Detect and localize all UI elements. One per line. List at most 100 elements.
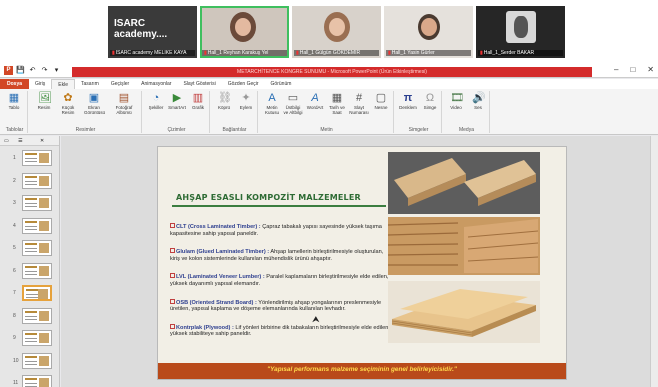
equation-button[interactable]: π Denklem	[398, 92, 418, 110]
slide-thumbnail[interactable]	[22, 375, 52, 387]
hyperlink-button[interactable]: ⛓ Köprü	[214, 92, 234, 110]
action-button[interactable]: ✦ Eylem	[236, 92, 256, 110]
smartart-button[interactable]: ▶ SmartArt	[167, 92, 187, 110]
video-button[interactable]: 🎞 Video	[446, 92, 466, 110]
header-footer-button[interactable]: ▭ Üstbilgi ve Altbilgi	[283, 92, 303, 115]
chart-button[interactable]: ▥ Grafik	[188, 92, 208, 110]
ribbon-group-images: 🖼 Resim ✿ Küçük Resim ▣ Ekran Görüntüsü ▤ Fo…	[30, 91, 142, 133]
participant-name: ▮ISARC academy MELIKE KAYA	[110, 50, 195, 56]
slide-thumbnail[interactable]	[22, 217, 52, 234]
save-icon[interactable]: 💾	[16, 66, 25, 75]
plywood-photo[interactable]	[388, 281, 540, 343]
datetime-button[interactable]: ▦ Tarih ve Saat	[327, 92, 347, 115]
thumbnail-image	[39, 175, 49, 186]
clt-panels-image	[388, 152, 540, 214]
thumbnail-text-line	[25, 315, 37, 317]
thumbnail-image	[39, 243, 49, 253]
thumbnail-image	[39, 153, 49, 163]
thumbnail-text-line	[25, 338, 37, 339]
participant-tile-serder[interactable]: ▮Hall_1_Serder BAKAR	[476, 6, 565, 58]
thumbnail-image	[39, 310, 49, 321]
clipart-button[interactable]: ✿ Küçük Resim	[58, 92, 78, 115]
customize-toolbar-icon[interactable]: ▾	[52, 66, 61, 75]
smartart-icon: ▶	[172, 92, 182, 104]
audio-icon: 🔊	[472, 92, 486, 104]
plywood-stack-image	[388, 281, 540, 343]
tab-design[interactable]: Tasarım	[75, 79, 105, 89]
thumbnail-image	[39, 265, 49, 276]
participant-video-face	[329, 18, 345, 36]
slide-title[interactable]: AHŞAP ESASLI KOMPOZİT MALZEMELER	[176, 193, 361, 202]
thumbnail-image	[39, 198, 49, 208]
slide-thumbnail-number: 10	[13, 357, 19, 364]
tab-view[interactable]: Görünüm	[265, 79, 298, 89]
audio-button[interactable]: 🔊 Ses	[468, 92, 488, 110]
slide-bullet-list[interactable]: CLT (Cross Laminated Timber) : Çapraz ta…	[170, 223, 392, 349]
restore-icon[interactable]: □	[630, 65, 635, 74]
current-slide[interactable]: AHŞAP ESASLI KOMPOZİT MALZEMELER CLT (Cr…	[157, 146, 567, 380]
datetime-icon: ▦	[331, 92, 343, 104]
tab-file[interactable]: Dosya	[0, 79, 30, 89]
slide-number-button[interactable]: # Slayt Numarası	[349, 92, 369, 115]
slide-thumbnail[interactable]	[22, 195, 52, 211]
slide-thumbnail[interactable]	[22, 330, 52, 346]
minimize-icon[interactable]: –	[614, 65, 618, 74]
screenshot-button[interactable]: ▣ Ekran Görüntüsü	[84, 92, 105, 115]
participant-tile-isarc[interactable]: ISARC academy.... ▮ISARC academy MELIKE …	[108, 6, 197, 58]
participant-video-face	[235, 18, 251, 36]
mic-muted-icon: ▮	[112, 50, 115, 56]
textbox-button[interactable]: A Metin Kutusu	[262, 92, 282, 115]
table-button[interactable]: ▦ Tablo	[4, 92, 24, 110]
slides-view-icon[interactable]: ▭	[4, 138, 9, 144]
tab-home[interactable]: Giriş	[29, 79, 51, 89]
vertical-scrollbar[interactable]	[650, 136, 658, 387]
thumbnail-text-line	[25, 183, 37, 185]
ribbon-group-label: Resimler	[75, 127, 96, 133]
outline-view-icon[interactable]: ☰	[18, 138, 22, 144]
tab-slideshow[interactable]: Slayt Gösterisi	[177, 79, 221, 89]
participant-tile-yasin[interactable]: ▮Hall_1 Yasin Gürler	[384, 6, 473, 58]
photo-album-button[interactable]: ▤ Fotoğraf Albümü	[114, 92, 134, 115]
slide-thumbnail[interactable]	[22, 352, 52, 369]
slide-thumbnail[interactable]	[22, 262, 52, 279]
thumbnail-text-line	[25, 180, 37, 182]
participant-tile-gulgun[interactable]: ▮Hall_1 Gülgün GÖKDEMİR	[292, 6, 381, 58]
quick-access-toolbar: P 💾 ↶ ↷ ▾	[4, 66, 61, 75]
thumbnail-title-bar	[25, 175, 37, 178]
thumbnail-image	[39, 378, 49, 387]
slide-thumbnail[interactable]	[22, 285, 52, 301]
thumbnail-title-bar	[25, 220, 37, 223]
clt-photo[interactable]	[388, 152, 540, 214]
undo-icon[interactable]: ↶	[28, 66, 37, 75]
slide-thumbnail-number: 7	[13, 290, 16, 296]
redo-icon[interactable]: ↷	[40, 66, 49, 75]
slide-thumbnail[interactable]	[22, 172, 52, 189]
glulam-photo[interactable]	[387, 217, 540, 275]
slide-thumbnail[interactable]	[22, 150, 52, 166]
thumbnail-title-bar	[25, 243, 37, 245]
tab-transitions[interactable]: Geçişler	[105, 79, 135, 89]
tab-review[interactable]: Gözden Geçir	[222, 79, 265, 89]
shapes-button[interactable]: ◔ Şekiller	[146, 92, 166, 110]
wordart-button[interactable]: A WordArt	[305, 92, 325, 110]
window-title: METARCHİTENCE KONGRE SUNUMU - Microsoft …	[72, 67, 592, 77]
close-icon[interactable]: ✕	[647, 65, 654, 74]
participant-name: ▮Hall_1_Serder BAKAR	[478, 50, 563, 56]
close-pane-icon[interactable]: ✕	[40, 138, 44, 144]
ribbon-group-label: Metin	[320, 127, 333, 133]
powerpoint-logo-icon: P	[4, 66, 13, 75]
slide-thumbnail[interactable]	[22, 307, 52, 324]
slide-footer-quote[interactable]: "Yapısal performans malzeme seçiminin ge…	[158, 366, 566, 373]
thumbnail-text-line	[25, 225, 37, 227]
bullet-box-icon	[170, 298, 175, 304]
tab-animations[interactable]: Animasyonlar	[135, 79, 177, 89]
picture-button[interactable]: 🖼 Resim	[34, 92, 54, 110]
window-controls: – □ ✕	[614, 65, 654, 74]
tab-insert[interactable]: Ekle	[51, 78, 76, 90]
slide-thumbnail[interactable]	[22, 240, 52, 256]
symbol-button[interactable]: Ω Simge	[420, 92, 440, 110]
thumbnail-text-line	[25, 270, 37, 272]
object-button[interactable]: ▢ Nesne	[371, 92, 391, 110]
participant-tile-reyhan[interactable]: ▮Hall_1 Reyhan Karakuş Yel	[200, 6, 289, 58]
bullet-osb: OSB (Oriented Strand Board) : Yönlendiri…	[170, 298, 382, 313]
